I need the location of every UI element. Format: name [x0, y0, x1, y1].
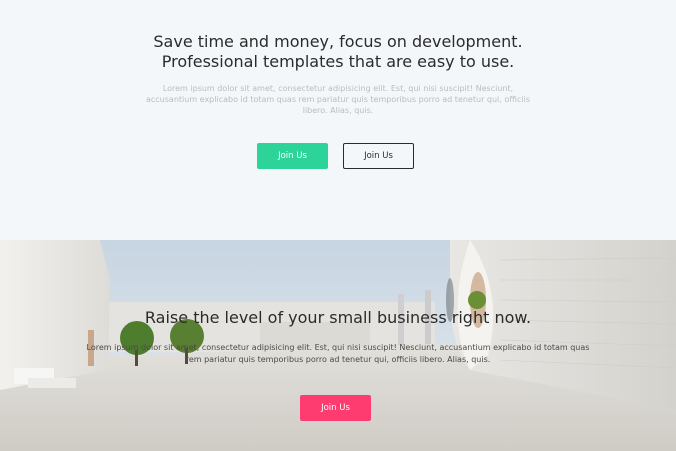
join-us-cta-button[interactable]: Join Us — [300, 395, 371, 421]
hero-section-top: Save time and money, focus on developmen… — [0, 0, 676, 240]
cta-body-text: Lorem ipsum dolor sit amet, consectetur … — [86, 343, 590, 364]
hero-headline-line1: Save time and money, focus on developmen… — [153, 32, 523, 51]
hero-body-text: Lorem ipsum dolor sit amet, consectetur … — [145, 84, 530, 115]
cta-title: Raise the level of your small business r… — [144, 308, 532, 327]
join-us-secondary-button[interactable]: Join Us — [343, 143, 414, 169]
join-us-primary-button[interactable]: Join Us — [257, 143, 328, 169]
hero-headline-line2: Professional templates that are easy to … — [161, 52, 515, 71]
